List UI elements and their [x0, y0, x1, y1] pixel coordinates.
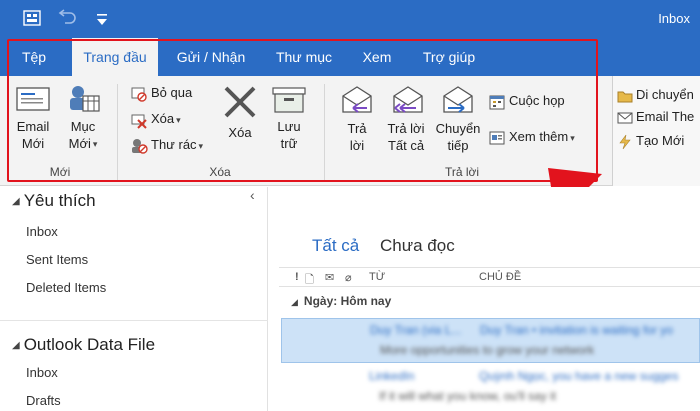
message-row[interactable]: Duy Tran (via L... Duy Tran • invitation… — [281, 318, 700, 363]
folder-item[interactable]: Deleted Items — [26, 280, 106, 295]
expand-triangle-icon: ◢ — [12, 340, 20, 352]
filter-unread-tab[interactable]: Chưa đọc — [380, 236, 455, 256]
folder-divider — [0, 320, 268, 321]
filter-all-tab[interactable]: Tất cả — [312, 236, 359, 256]
date-group-header[interactable]: ◢ Ngày: Hôm nay — [291, 294, 391, 308]
column-header-row: ! 🗋 ✉ ⌀ TỪ CHỦ ĐỀ — [279, 267, 700, 287]
favorites-label: Yêu thích — [23, 191, 96, 210]
collapse-triangle-icon: ◢ — [291, 297, 298, 307]
collapse-pane-icon[interactable]: ‹ — [250, 187, 255, 203]
message-row[interactable]: LinkedIn Quỳnh Ngọc, you have a new sugg… — [281, 365, 700, 410]
datafile-header[interactable]: ◢ Outlook Data File — [12, 335, 155, 355]
quick-step-email-label: Email The — [636, 109, 695, 124]
datafile-label: Outlook Data File — [23, 335, 156, 354]
expand-triangle-icon: ◢ — [12, 196, 20, 208]
folder-item[interactable]: Sent Items — [26, 252, 88, 267]
folder-item[interactable]: Inbox — [26, 365, 58, 380]
window-title: Inbox — [658, 11, 690, 26]
quick-step-move-label: Di chuyển — [636, 87, 694, 102]
folder-item[interactable]: Drafts — [26, 393, 61, 408]
from-column-header[interactable]: TỪ — [369, 271, 385, 283]
importance-column-icon[interactable]: ! — [295, 271, 299, 283]
lightning-icon — [619, 134, 631, 149]
folder-pane: ‹ ◢ Yêu thích Inbox Sent Items Deleted It… — [0, 187, 268, 411]
envelope-icon — [617, 112, 633, 124]
message-list-pane: Tất cả Chưa đọc ! 🗋 ✉ ⌀ TỪ CHỦ ĐỀ ◢ Ngày:… — [269, 187, 700, 411]
favorites-header[interactable]: ◢ Yêu thích — [12, 191, 96, 211]
title-bar: Inbox — [0, 0, 700, 38]
quick-step-create-label: Tạo Mới — [636, 133, 685, 148]
attachment-column-icon[interactable]: ⌀ — [345, 271, 352, 284]
message-from: LinkedIn — [369, 369, 415, 383]
document-column-icon[interactable]: 🗋 — [305, 271, 314, 290]
message-preview: More opportunities to grow your network — [380, 343, 595, 357]
folder-icon — [617, 91, 633, 103]
message-subject: Quỳnh Ngọc, you have a new sugges — [479, 369, 679, 383]
quick-step-create-new[interactable]: Tạo Mới — [617, 130, 684, 152]
ribbon-highlight-frame — [7, 39, 598, 182]
customize-qat-icon[interactable] — [92, 10, 112, 30]
date-group-label: Ngày: Hôm nay — [303, 294, 392, 308]
message-preview: If it will what you know, ou'll say it — [379, 389, 557, 403]
message-from: Duy Tran (via L... — [370, 323, 462, 337]
folder-item[interactable]: Inbox — [26, 224, 58, 239]
message-subject: Duy Tran • invitation is waiting for yo — [480, 323, 673, 337]
undo-icon[interactable] — [58, 8, 78, 28]
quick-step-email-team[interactable]: Email The — [617, 106, 694, 128]
reminder-column-icon[interactable]: ✉ — [325, 271, 334, 284]
quick-step-move-to[interactable]: Di chuyển — [617, 84, 694, 106]
subject-column-header[interactable]: CHỦ ĐỀ — [479, 271, 521, 283]
send-receive-icon[interactable] — [22, 8, 42, 28]
